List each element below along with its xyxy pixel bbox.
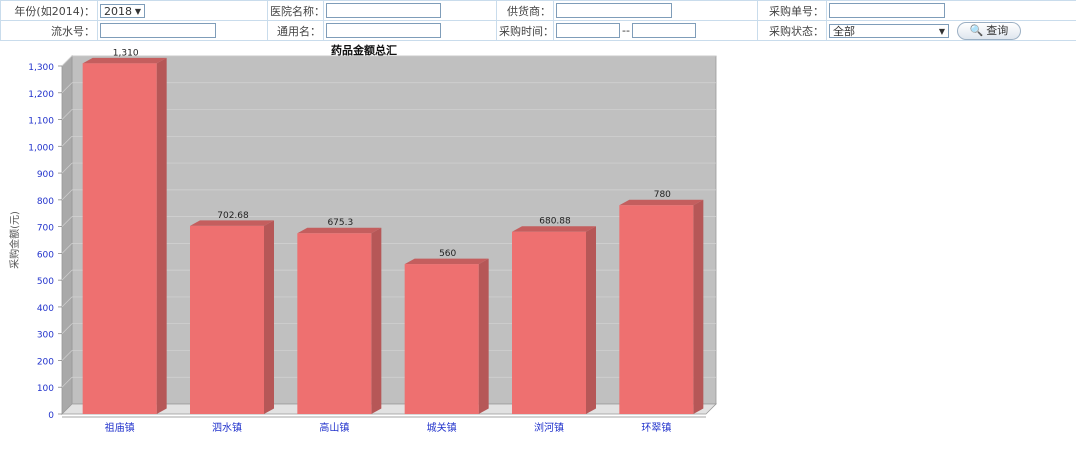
bar xyxy=(297,233,372,414)
chart-title: 药品金额总汇 xyxy=(331,43,397,57)
y-tick-label: 900 xyxy=(37,170,54,180)
y-tick-label: 1,100 xyxy=(28,117,54,127)
y-tick-label: 400 xyxy=(37,304,54,314)
data-label: 702.68 xyxy=(217,211,249,221)
purchase-no-input[interactable] xyxy=(829,3,945,18)
search-icon: 🔍 xyxy=(969,23,984,37)
time-separator: -- xyxy=(622,23,630,37)
serial-input[interactable] xyxy=(100,23,216,38)
y-tick-label: 500 xyxy=(37,277,54,287)
plot-left-wall xyxy=(61,55,73,415)
bar-side xyxy=(264,220,274,414)
serial-label: 流水号： xyxy=(0,20,98,41)
time-start-input[interactable] xyxy=(556,23,620,38)
y-tick-label: 300 xyxy=(37,331,54,341)
bar-top xyxy=(512,226,596,232)
y-axis-label: 采购金额(元) xyxy=(8,211,21,269)
x-tick-label: 泗水镇 xyxy=(212,421,242,434)
x-tick-label: 高山镇 xyxy=(319,421,349,434)
bar xyxy=(512,231,586,414)
chevron-down-icon: ▼ xyxy=(134,6,141,16)
time-label: 采购时间： xyxy=(496,20,554,41)
filter-row-1: 年份(如2014)： 2018 ▼ 医院名称： 供货商： 采购单号： xyxy=(0,0,1076,21)
bar-side xyxy=(586,226,596,414)
y-tick-label: 200 xyxy=(37,357,54,367)
bar-top xyxy=(82,57,167,64)
chevron-down-icon: ▼ xyxy=(938,26,945,36)
data-label: 560 xyxy=(439,249,456,259)
year-select-value: 2018 xyxy=(104,4,132,18)
plot-area: 0 100 200 300 400 500 600 700 800 900 1,000 1,100 1,… xyxy=(28,48,717,434)
y-tick-label: 100 xyxy=(37,384,54,394)
bar-side xyxy=(478,258,489,414)
bar xyxy=(190,225,264,414)
y-tick-label: 1,300 xyxy=(28,63,54,73)
status-select[interactable]: 全部 ▼ xyxy=(829,23,949,38)
bar-side xyxy=(693,199,704,414)
filter-row-2: 流水号： 通用名： 采购时间： -- 采购状态： 全部 ▼ 🔍 查询 xyxy=(0,20,1076,41)
y-tick-label: 600 xyxy=(37,250,54,260)
bar-top xyxy=(297,227,382,234)
x-tick-label: 祖庙镇 xyxy=(105,421,135,434)
generic-input[interactable] xyxy=(326,23,441,38)
data-label: 675.3 xyxy=(327,218,353,228)
purchase-no-label: 采购单号： xyxy=(757,0,827,21)
bar-side xyxy=(156,57,167,414)
hospital-label: 医院名称： xyxy=(267,0,325,21)
generic-label: 通用名： xyxy=(267,20,324,41)
y-tick-label: 800 xyxy=(37,197,54,207)
x-tick-label: 城关镇 xyxy=(427,421,457,434)
search-button[interactable]: 🔍 查询 xyxy=(956,21,1022,40)
bar-top xyxy=(619,199,704,206)
bar-side xyxy=(371,227,382,414)
status-select-value: 全部 xyxy=(833,24,855,38)
y-tick-label: 700 xyxy=(37,224,54,234)
data-label: 680.88 xyxy=(539,217,571,227)
x-tick-label: 浏河镇 xyxy=(534,421,564,434)
year-label: 年份(如2014)： xyxy=(0,0,98,21)
bar-chart: 药品金额总汇 采购金额(元) 0 100 200 300 400 500 600 700 800… xyxy=(8,43,717,434)
status-label: 采购状态： xyxy=(757,20,827,41)
bar xyxy=(619,205,694,414)
bar xyxy=(82,63,157,415)
supplier-label: 供货商： xyxy=(496,0,554,21)
y-tick-label: 1,000 xyxy=(28,143,54,153)
time-end-input[interactable] xyxy=(631,23,696,38)
search-button-label: 查询 xyxy=(986,23,1009,37)
supplier-input[interactable] xyxy=(556,3,672,18)
filter-panel: 年份(如2014)： 2018 ▼ 医院名称： 供货商： 采购单号： 流水号： … xyxy=(0,0,1076,41)
year-select[interactable]: 2018 ▼ xyxy=(100,3,145,18)
bar-top xyxy=(404,258,489,265)
y-tick-label: 1,200 xyxy=(28,90,54,100)
y-tick-label: 0 xyxy=(48,411,54,421)
x-tick-label: 环翠镇 xyxy=(641,421,671,434)
hospital-input[interactable] xyxy=(326,3,441,18)
data-label: 780 xyxy=(654,190,671,200)
bar-top xyxy=(190,220,274,226)
bar xyxy=(404,264,479,414)
data-label: 1,310 xyxy=(113,48,139,58)
